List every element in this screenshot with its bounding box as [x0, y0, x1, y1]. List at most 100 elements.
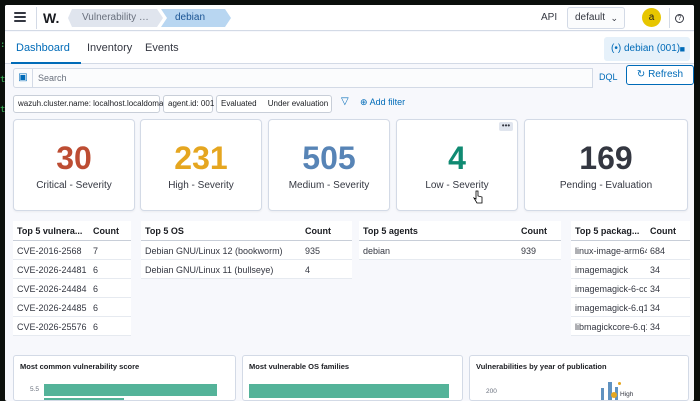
table-row[interactable]: Debian GNU/Linux 12 (bookworm) 935	[141, 241, 352, 260]
table-row[interactable]: CVE-2016-2568 7	[13, 241, 131, 260]
filter-pill-cluster[interactable]: wazuh.cluster.name: localhost.localdomai…	[13, 95, 170, 113]
table-top-vulnerabilities: Top 5 vulnera... Count CVE-2016-2568 7 CV…	[13, 221, 131, 336]
card-label: Low - Severity	[425, 180, 489, 191]
row-name: Debian GNU/Linux 12 (bookworm)	[145, 246, 283, 256]
table-row[interactable]: debian 939	[359, 241, 561, 260]
column-header-count[interactable]: Count	[521, 226, 547, 236]
chart-bar[interactable]	[601, 388, 604, 400]
table-row[interactable]: Debian GNU/Linux 11 (bullseye) 4	[141, 260, 352, 279]
panel-title: Vulnerabilities by year of publication	[476, 362, 607, 371]
card-critical[interactable]: 30 Critical - Severity	[13, 119, 135, 211]
row-count: 34	[650, 284, 661, 294]
add-filter-button[interactable]: ⊕ Add filter	[360, 97, 405, 108]
row-name: CVE-2026-24485	[17, 303, 87, 313]
card-value: 169	[579, 140, 633, 176]
card-low[interactable]: ••• 4 Low - Severity	[396, 119, 518, 211]
antenna-icon: (•)	[611, 43, 622, 54]
chart-bar[interactable]	[44, 384, 217, 396]
top-bar: W. Vulnerability De... debian API defaul…	[5, 5, 694, 31]
column-header-name[interactable]: Top 5 OS	[145, 226, 184, 236]
card-label: Critical - Severity	[36, 180, 112, 191]
row-name: CVE-2026-24481	[17, 265, 87, 275]
row-name: imagemagick	[575, 265, 629, 275]
add-filter-label: Add filter	[369, 97, 406, 107]
table-header: Top 5 OS Count	[141, 221, 352, 241]
table-row[interactable]: imagemagick-6-common34	[571, 279, 690, 298]
column-header-count[interactable]: Count	[650, 226, 676, 236]
tab-dashboard[interactable]: Dashboard	[16, 42, 70, 54]
panel-title: Most common vulnerability score	[20, 362, 140, 371]
active-tab-indicator	[11, 62, 81, 64]
breadcrumb: Vulnerability De... debian	[68, 9, 231, 27]
card-label: Pending - Evaluation	[559, 180, 653, 191]
tab-inventory[interactable]: Inventory	[87, 42, 132, 54]
table-row[interactable]: CVE-2026-25576 6	[13, 317, 131, 336]
row-name: debian	[363, 246, 391, 256]
axis-tick: 5.5	[30, 386, 40, 393]
column-header-name[interactable]: Top 5 packag...	[575, 226, 639, 236]
panel-os-families: Most vulnerable OS families	[242, 355, 463, 401]
tab-bar: Dashboard Inventory Events (•) debian (0…	[5, 32, 694, 64]
card-pending[interactable]: 169 Pending - Evaluation	[524, 119, 688, 211]
search-input[interactable]: Search	[33, 68, 593, 88]
table-row[interactable]: linux-image-arm64 684	[571, 241, 690, 260]
menu-icon[interactable]	[14, 12, 26, 22]
column-header-count[interactable]: Count	[93, 226, 119, 236]
filter-icon[interactable]: ▽	[341, 96, 349, 107]
help-icon: ?	[675, 14, 684, 23]
breadcrumb-vulnerability-detection[interactable]: Vulnerability De...	[68, 9, 163, 27]
saved-query-button[interactable]: ▣	[13, 68, 33, 88]
table-row[interactable]: CVE-2026-24485 6	[13, 298, 131, 317]
row-count: 7	[93, 246, 99, 256]
chevron-down-icon: ⌄	[610, 13, 618, 23]
pin-icon[interactable]: ■	[680, 37, 685, 61]
filter-pill-status[interactable]: Evaluated Under evaluation	[216, 95, 332, 113]
avatar[interactable]: a	[642, 8, 661, 27]
chart-bar[interactable]	[249, 384, 449, 398]
refresh-icon: ↻	[636, 69, 646, 80]
row-name: libmagickcore-6.q16	[575, 322, 647, 332]
breadcrumb-agent[interactable]: debian	[161, 9, 231, 27]
more-options-icon[interactable]: •••	[499, 122, 513, 131]
column-header-count[interactable]: Count	[305, 226, 331, 236]
search-row: ▣ Search DQL ↻ Refresh	[13, 65, 694, 88]
table-header: Top 5 packag... Count	[571, 221, 690, 241]
legend-label: High	[620, 391, 634, 398]
row-count: 684	[650, 246, 666, 256]
row-name: Debian GNU/Linux 11 (bullseye)	[145, 265, 274, 275]
wazuh-logo[interactable]: W.	[36, 7, 59, 29]
column-header-name[interactable]: Top 5 agents	[363, 226, 418, 236]
table-top-os: Top 5 OS Count Debian GNU/Linux 12 (book…	[141, 221, 352, 279]
table-header: Top 5 agents Count	[359, 221, 561, 241]
row-name: linux-image-arm64	[575, 246, 647, 256]
table-row[interactable]: imagemagick-6.q16 34	[571, 298, 690, 317]
filter-pill-agent[interactable]: agent.id: 001	[163, 95, 214, 113]
table-top-agents: Top 5 agents Count debian 939	[359, 221, 561, 260]
refresh-label: Refresh	[648, 69, 684, 80]
pinned-agent-label: debian (001)	[623, 43, 681, 54]
refresh-button[interactable]: ↻ Refresh	[626, 65, 694, 85]
tab-events[interactable]: Events	[145, 42, 179, 54]
save-icon: ▣	[18, 72, 28, 83]
api-select-value: default	[575, 12, 606, 23]
dql-toggle[interactable]: DQL	[599, 72, 618, 82]
help-button[interactable]: ?	[669, 8, 689, 28]
api-label: API	[541, 12, 558, 23]
column-header-name[interactable]: Top 5 vulnera...	[17, 226, 82, 236]
api-select[interactable]: default ⌄	[567, 7, 625, 29]
card-medium[interactable]: 505 Medium - Severity	[268, 119, 390, 211]
row-name: imagemagick-6-common	[575, 284, 647, 294]
card-high[interactable]: 231 High - Severity	[140, 119, 262, 211]
table-row[interactable]: imagemagick 34	[571, 260, 690, 279]
row-count: 6	[93, 303, 99, 313]
table-row[interactable]: CVE-2026-24481 6	[13, 260, 131, 279]
mouse-cursor-icon	[473, 190, 483, 204]
table-row[interactable]: CVE-2026-24484 6	[13, 279, 131, 298]
legend-dot-high	[611, 392, 617, 398]
pinned-agent-button[interactable]: (•) debian (001) ■	[604, 37, 690, 61]
table-row[interactable]: libmagickcore-6.q1634	[571, 317, 690, 336]
plus-circle-icon: ⊕	[360, 97, 368, 107]
card-label: Medium - Severity	[288, 180, 370, 191]
severity-cards: 30 Critical - Severity 231 High - Severi…	[13, 119, 693, 211]
row-count: 935	[305, 246, 321, 256]
